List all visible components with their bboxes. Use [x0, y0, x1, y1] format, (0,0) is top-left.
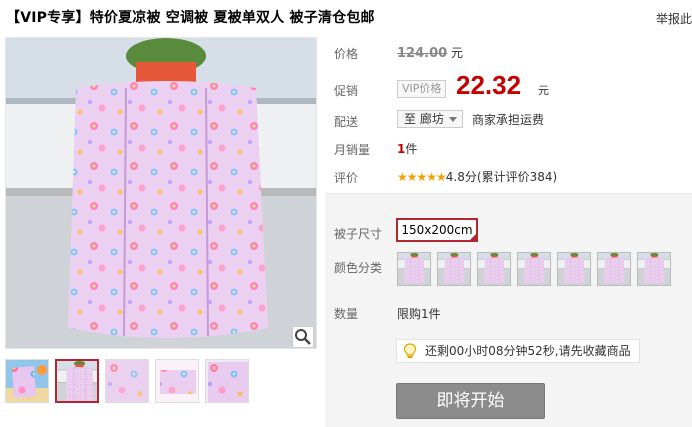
color-option-5[interactable] — [557, 252, 591, 286]
quantity-label: 数量 — [334, 307, 359, 321]
promo-label: 促销 — [334, 84, 359, 98]
color-label: 颜色分类 — [334, 261, 383, 275]
main-product-image[interactable] — [5, 37, 317, 349]
rating-summary[interactable]: ★★★★★4.8分(累计评价384) — [397, 168, 557, 185]
vip-price-value: 22.32 — [456, 70, 522, 100]
lightbulb-icon — [403, 343, 417, 366]
delivery-region-value: 至 廊坊 — [404, 112, 444, 126]
color-option-2[interactable] — [437, 252, 471, 286]
original-price-unit: 元 — [451, 46, 464, 60]
delivery-label: 配送 — [334, 115, 359, 129]
review-count: (累计评价384) — [476, 170, 558, 184]
thumbnail-1[interactable] — [5, 359, 49, 403]
thumbnail-5[interactable] — [205, 359, 249, 403]
size-option-label: 150x200cm — [401, 223, 473, 237]
color-option-4[interactable] — [517, 252, 551, 286]
shipping-note: 商家承担运费 — [472, 113, 545, 127]
color-option-1[interactable] — [397, 252, 431, 286]
countdown-tip[interactable]: 还剩00小时08分钟52秒,请先收藏商品 — [396, 339, 640, 363]
countdown-text: 还剩00小时08分钟52秒,请先收藏商品 — [425, 344, 631, 358]
vip-price-tag: VIP价格 — [397, 80, 447, 98]
color-option-6[interactable] — [597, 252, 631, 286]
price-label: 价格 — [334, 47, 359, 61]
monthly-sales: 1件 — [397, 140, 417, 157]
coming-soon-button[interactable]: 即将开始 — [396, 383, 545, 419]
thumbnail-3[interactable] — [105, 359, 149, 403]
size-label: 被子尺寸 — [334, 227, 383, 241]
report-link[interactable]: 举报此 — [656, 10, 692, 27]
selected-check-icon — [469, 233, 477, 241]
rating-score: 4.8分 — [445, 170, 477, 184]
vip-price-unit: 元 — [538, 84, 549, 97]
product-title: 【VIP专享】特价夏凉被 空调被 夏被单双人 被子清仓包邮 — [6, 10, 375, 26]
delivery-region-select[interactable]: 至 廊坊 — [397, 110, 463, 128]
thumbnail-4[interactable] — [155, 359, 199, 403]
purchase-limit: 限购1件 — [397, 307, 441, 321]
color-option-7[interactable] — [637, 252, 671, 286]
original-price: 124.00 元 — [397, 44, 463, 61]
rating-stars-icon: ★★★★★ — [397, 170, 447, 184]
zoom-icon[interactable] — [292, 326, 314, 348]
color-option-3[interactable] — [477, 252, 511, 286]
thumbnail-2[interactable] — [55, 359, 99, 403]
original-price-value: 124.00 — [397, 46, 448, 61]
chevron-down-icon — [449, 117, 457, 122]
size-option-selected[interactable]: 150x200cm — [396, 218, 478, 242]
monthly-sales-label: 月销量 — [334, 143, 371, 157]
rating-label: 评价 — [334, 171, 359, 185]
monthly-sales-unit: 件 — [405, 142, 418, 156]
